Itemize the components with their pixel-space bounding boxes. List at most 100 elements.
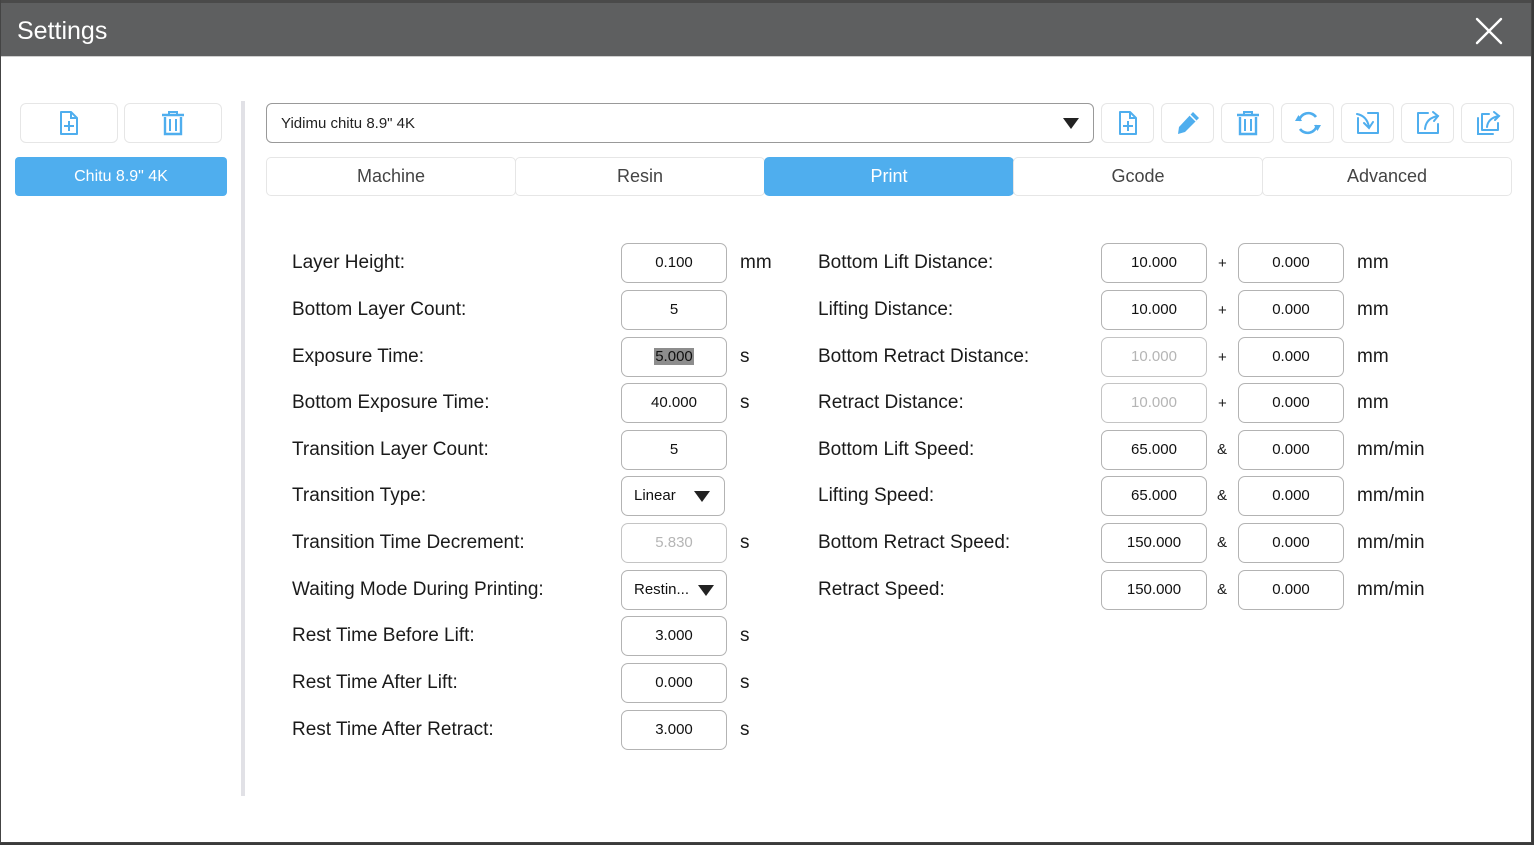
add-profile-button[interactable]	[20, 103, 118, 143]
bottom-retract-speed-unit: mm/min	[1357, 532, 1425, 553]
bottom-retract-distance-unit: mm	[1357, 346, 1389, 367]
waiting-mode-select[interactable]: Restin...	[621, 570, 727, 610]
lifting-distance-input[interactable]: 10.000	[1101, 290, 1207, 330]
lifting-speed-label: Lifting Speed:	[818, 485, 935, 506]
bottom-lift-distance-unit: mm	[1357, 252, 1389, 273]
bottom-lift-distance-extra-input[interactable]: 0.000	[1238, 243, 1344, 283]
settings-window: Settings Chitu 8.9" 4K Yidimu chitu 8.9"…	[0, 0, 1532, 843]
file-plus-icon	[1118, 111, 1137, 135]
transition-type-select[interactable]: Linear	[621, 476, 725, 516]
layer-height-label: Layer Height:	[292, 252, 406, 273]
profile-sidebar: Chitu 8.9" 4K	[1, 57, 243, 843]
bottom-lift-speed-extra-input[interactable]: 0.000	[1238, 430, 1344, 470]
transition-time-decrement-input: 5.830	[621, 523, 727, 563]
bottom-retract-speed-label: Bottom Retract Speed:	[818, 532, 1011, 553]
transition-type-label: Transition Type:	[292, 485, 427, 506]
export-all-button[interactable]	[1461, 103, 1514, 143]
export-profile-button[interactable]	[1401, 103, 1454, 143]
retract-speed-input[interactable]: 150.000	[1101, 570, 1207, 610]
new-profile-button[interactable]	[1101, 103, 1154, 143]
panel-divider[interactable]	[241, 101, 245, 796]
settings-tabs: Machine Resin Print Gcode Advanced	[266, 157, 1512, 196]
lifting-distance-extra-input[interactable]: 0.000	[1238, 290, 1344, 330]
lifting-speed-unit: mm/min	[1357, 485, 1425, 506]
chevron-down-icon	[1063, 118, 1079, 129]
selected-text: 5.000	[654, 348, 694, 365]
transition-time-decrement-label: Transition Time Decrement:	[292, 532, 525, 553]
bottom-lift-distance-input[interactable]: 10.000	[1101, 243, 1207, 283]
export-all-icon	[1476, 111, 1500, 135]
ampersand-operator: &	[1217, 534, 1228, 551]
export-icon	[1416, 111, 1439, 134]
rest-time-after-retract-input[interactable]: 3.000	[621, 710, 727, 750]
transition-layer-count-label: Transition Layer Count:	[292, 439, 489, 460]
retract-speed-extra-input[interactable]: 0.000	[1238, 570, 1344, 610]
bottom-retract-distance-input: 10.000	[1101, 337, 1207, 377]
lifting-distance-unit: mm	[1357, 299, 1389, 320]
retract-distance-extra-input[interactable]: 0.000	[1238, 383, 1344, 423]
tab-print[interactable]: Print	[764, 157, 1014, 196]
tab-advanced[interactable]: Advanced	[1262, 157, 1512, 196]
bottom-exposure-time-unit: s	[740, 392, 750, 413]
reset-profile-button[interactable]	[1281, 103, 1334, 143]
tab-resin[interactable]: Resin	[515, 157, 765, 196]
bottom-retract-distance-extra-input[interactable]: 0.000	[1238, 337, 1344, 377]
lifting-speed-extra-input[interactable]: 0.000	[1238, 476, 1344, 516]
lifting-distance-label: Lifting Distance:	[818, 299, 954, 320]
waiting-mode-label: Waiting Mode During Printing:	[292, 579, 544, 600]
delete-profile-button[interactable]	[124, 103, 222, 143]
rest-time-before-lift-label: Rest Time Before Lift:	[292, 625, 475, 646]
profile-toolbar	[1101, 103, 1514, 143]
chevron-down-icon	[698, 585, 714, 596]
bottom-lift-speed-unit: mm/min	[1357, 439, 1425, 460]
rest-time-after-lift-input[interactable]: 0.000	[621, 663, 727, 703]
retract-distance-unit: mm	[1357, 392, 1389, 413]
chevron-down-icon	[694, 491, 710, 502]
transition-layer-count-input[interactable]: 5	[621, 430, 727, 470]
file-plus-icon	[60, 111, 78, 135]
retract-distance-label: Retract Distance:	[818, 392, 964, 413]
bottom-retract-speed-extra-input[interactable]: 0.000	[1238, 523, 1344, 563]
import-profile-button[interactable]	[1341, 103, 1394, 143]
retract-speed-label: Retract Speed:	[818, 579, 945, 600]
plus-operator: +	[1218, 302, 1227, 319]
retract-speed-unit: mm/min	[1357, 579, 1425, 600]
pencil-icon	[1177, 112, 1199, 134]
bottom-retract-speed-input[interactable]: 150.000	[1101, 523, 1207, 563]
ampersand-operator: &	[1217, 581, 1228, 598]
close-button[interactable]	[1475, 17, 1503, 45]
lifting-speed-input[interactable]: 65.000	[1101, 476, 1207, 516]
bottom-lift-speed-input[interactable]: 65.000	[1101, 430, 1207, 470]
waiting-mode-value: Restin...	[634, 581, 690, 598]
ampersand-operator: &	[1217, 441, 1228, 458]
delete-profile-button[interactable]	[1221, 103, 1274, 143]
close-icon	[1475, 17, 1503, 45]
tab-gcode[interactable]: Gcode	[1013, 157, 1263, 196]
refresh-icon	[1294, 111, 1321, 135]
bottom-exposure-time-input[interactable]: 40.000	[621, 383, 727, 423]
exposure-time-input[interactable]: 5.000	[621, 337, 727, 377]
trash-icon	[1236, 111, 1259, 136]
title-bar: Settings	[1, 0, 1531, 57]
rest-time-before-lift-input[interactable]: 3.000	[621, 616, 727, 656]
layer-height-unit: mm	[740, 252, 772, 273]
transition-type-value: Linear	[634, 487, 676, 504]
layer-height-input[interactable]: 0.100	[621, 243, 727, 283]
retract-distance-input: 10.000	[1101, 383, 1207, 423]
trash-icon	[162, 111, 184, 136]
bottom-layer-count-input[interactable]: 5	[621, 290, 727, 330]
profile-list-item[interactable]: Chitu 8.9" 4K	[15, 157, 227, 196]
import-icon	[1355, 112, 1379, 134]
window-title: Settings	[17, 17, 108, 45]
exposure-time-unit: s	[740, 346, 750, 367]
rest-time-after-retract-label: Rest Time After Retract:	[292, 719, 494, 740]
plus-operator: +	[1218, 395, 1227, 412]
rest-time-after-lift-unit: s	[740, 672, 750, 693]
tab-machine[interactable]: Machine	[266, 157, 516, 196]
ampersand-operator: &	[1217, 487, 1228, 504]
plus-operator: +	[1218, 255, 1227, 272]
plus-operator: +	[1218, 349, 1227, 366]
profile-dropdown-value: Yidimu chitu 8.9" 4K	[281, 114, 416, 132]
profile-dropdown[interactable]: Yidimu chitu 8.9" 4K	[266, 103, 1094, 143]
rename-profile-button[interactable]	[1161, 103, 1214, 143]
